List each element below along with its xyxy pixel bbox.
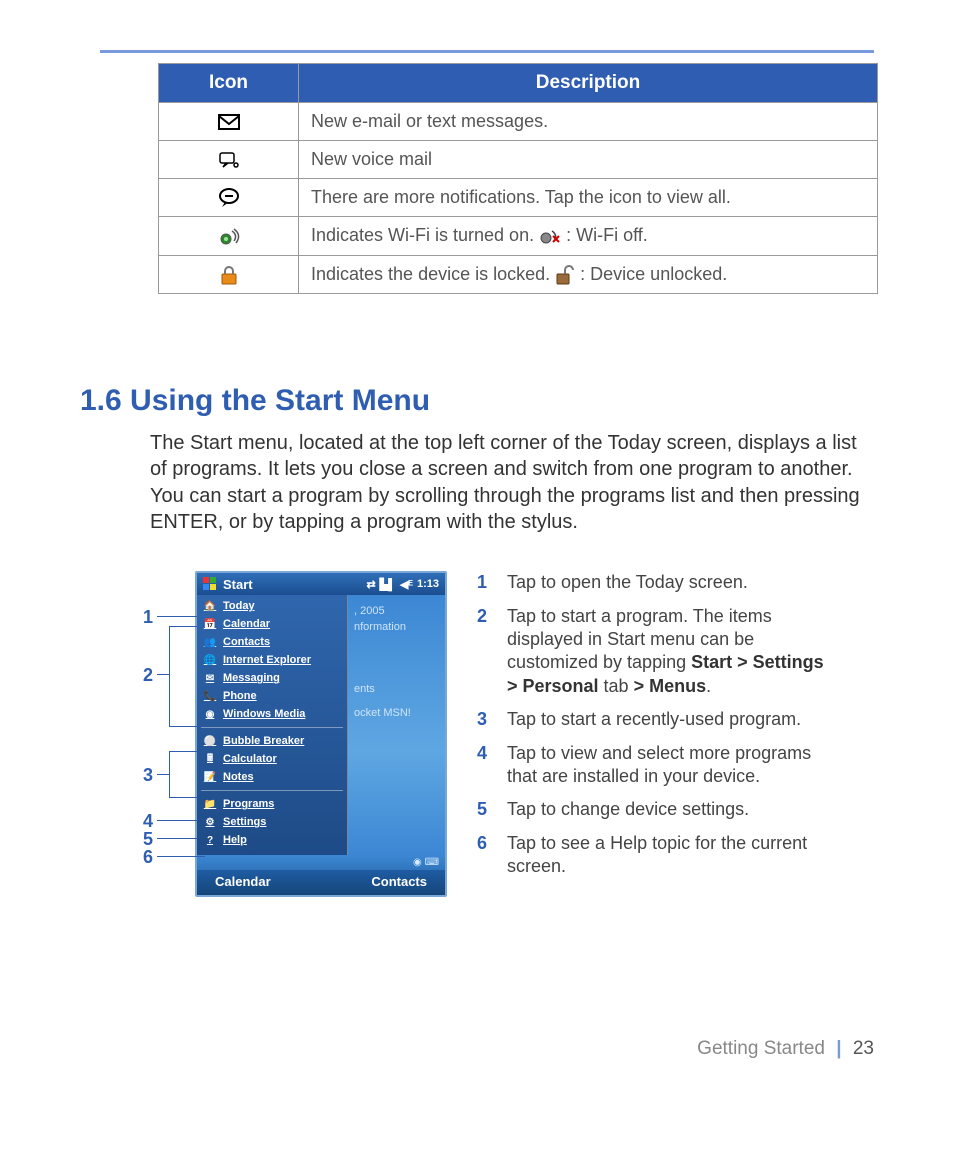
top-rule [100, 50, 874, 53]
menu-item-settings[interactable]: ⚙Settings [197, 813, 347, 831]
menu-item-contacts[interactable]: 👥Contacts [197, 633, 347, 651]
menu-item-programs[interactable]: 📁Programs [197, 795, 347, 813]
tray-icon: ⌨ [425, 857, 439, 868]
menu-item-phone[interactable]: 📞Phone [197, 687, 347, 705]
table-row: There are more notifications. Tap the ic… [159, 179, 878, 217]
table-cell-desc: New voice mail [299, 141, 878, 179]
menu-item-wmedia[interactable]: ◉Windows Media [197, 705, 347, 723]
contacts-icon: 👥 [203, 635, 217, 649]
wifi-off-icon [539, 228, 561, 246]
windows-flag-icon [203, 577, 217, 591]
legend-item: 5 Tap to change device settings. [477, 798, 837, 821]
device-tray: ◉ ⌨ [197, 855, 445, 870]
messaging-icon: ✉ [203, 671, 217, 685]
calc-icon: 🖩 [203, 752, 217, 766]
voicemail-icon [218, 151, 240, 169]
calendar-icon: 📅 [203, 617, 217, 631]
ie-icon: 🌐 [203, 653, 217, 667]
page-footer: Getting Started | 23 [697, 1038, 874, 1060]
phone-icon: 📞 [203, 689, 217, 703]
menu-item-notes[interactable]: 📝Notes [197, 768, 347, 786]
table-cell-desc: Indicates Wi-Fi is turned on. : Wi-Fi of… [299, 217, 878, 255]
icon-description-table: Icon Description New e-mail or text mess… [158, 63, 878, 294]
today-screen-background: , 2005 nformation ents ocket MSN! [348, 595, 445, 855]
legend-item: 3 Tap to start a recently-used program. [477, 708, 837, 731]
home-icon: 🏠 [203, 599, 217, 613]
legend-item: 4 Tap to view and select more programs t… [477, 742, 837, 789]
footer-page-number: 23 [853, 1038, 874, 1059]
legend-item: 2 Tap to start a program. The items disp… [477, 605, 837, 699]
menu-item-help[interactable]: ?Help [197, 831, 347, 849]
callout-number: 6 [135, 847, 153, 868]
table-row: Indicates the device is locked. : Device… [159, 255, 878, 293]
menu-item-calculator[interactable]: 🖩Calculator [197, 750, 347, 768]
more-notifications-icon [218, 188, 240, 208]
wifi-on-icon [218, 227, 240, 247]
speaker-icon: ◀ᴱ [400, 578, 413, 591]
callout-number: 2 [135, 665, 153, 686]
notes-icon: 📝 [203, 770, 217, 784]
footer-section: Getting Started [697, 1038, 825, 1059]
annotated-screenshot: 1 2 3 4 5 6 [135, 571, 447, 911]
help-icon: ? [203, 833, 217, 847]
legend-list: 1 Tap to open the Today screen. 2 Tap to… [477, 571, 837, 911]
clock-time: 1:13 [417, 578, 439, 590]
programs-icon: 📁 [203, 797, 217, 811]
tray-icon: ◉ [413, 857, 422, 868]
softkey-right[interactable]: Contacts [371, 874, 427, 889]
table-header-description: Description [299, 64, 878, 103]
start-menu: 🏠Today 📅Calendar 👥Contacts 🌐Internet Exp… [197, 595, 348, 855]
table-row: New e-mail or text messages. [159, 103, 878, 141]
bubble-icon: ⚪ [203, 734, 217, 748]
table-cell-desc: There are more notifications. Tap the ic… [299, 179, 878, 217]
legend-item: 6 Tap to see a Help topic for the curren… [477, 832, 837, 879]
footer-separator: | [836, 1038, 841, 1059]
table-cell-desc: Indicates the device is locked. : Device… [299, 255, 878, 293]
sync-icon: ⇄ [366, 578, 375, 591]
unlock-icon [555, 265, 575, 285]
softkey-left[interactable]: Calendar [215, 874, 271, 889]
menu-item-ie[interactable]: 🌐Internet Explorer [197, 651, 347, 669]
menu-item-bubble[interactable]: ⚪Bubble Breaker [197, 732, 347, 750]
table-row: New voice mail [159, 141, 878, 179]
signal-icon: ▙▌ [380, 578, 396, 591]
callout-number: 3 [135, 765, 153, 786]
device-topbar: Start ⇄ ▙▌ ◀ᴱ 1:13 [197, 573, 445, 595]
start-label: Start [223, 577, 253, 592]
table-header-icon: Icon [159, 64, 299, 103]
wmp-icon: ◉ [203, 707, 217, 721]
settings-icon: ⚙ [203, 815, 217, 829]
menu-item-messaging[interactable]: ✉Messaging [197, 669, 347, 687]
section-heading: 1.6 Using the Start Menu [80, 384, 874, 418]
legend-item: 1 Tap to open the Today screen. [477, 571, 837, 594]
device-screenshot: Start ⇄ ▙▌ ◀ᴱ 1:13 🏠Today 📅Calendar 👥Con… [195, 571, 447, 897]
table-row: Indicates Wi-Fi is turned on. : Wi-Fi of… [159, 217, 878, 255]
section-paragraph: The Start menu, located at the top left … [150, 430, 870, 536]
menu-item-calendar[interactable]: 📅Calendar [197, 615, 347, 633]
lock-icon [220, 265, 238, 285]
menu-item-today[interactable]: 🏠Today [197, 597, 347, 615]
table-cell-desc: New e-mail or text messages. [299, 103, 878, 141]
callout-number: 1 [135, 607, 153, 628]
mail-icon [218, 114, 240, 130]
